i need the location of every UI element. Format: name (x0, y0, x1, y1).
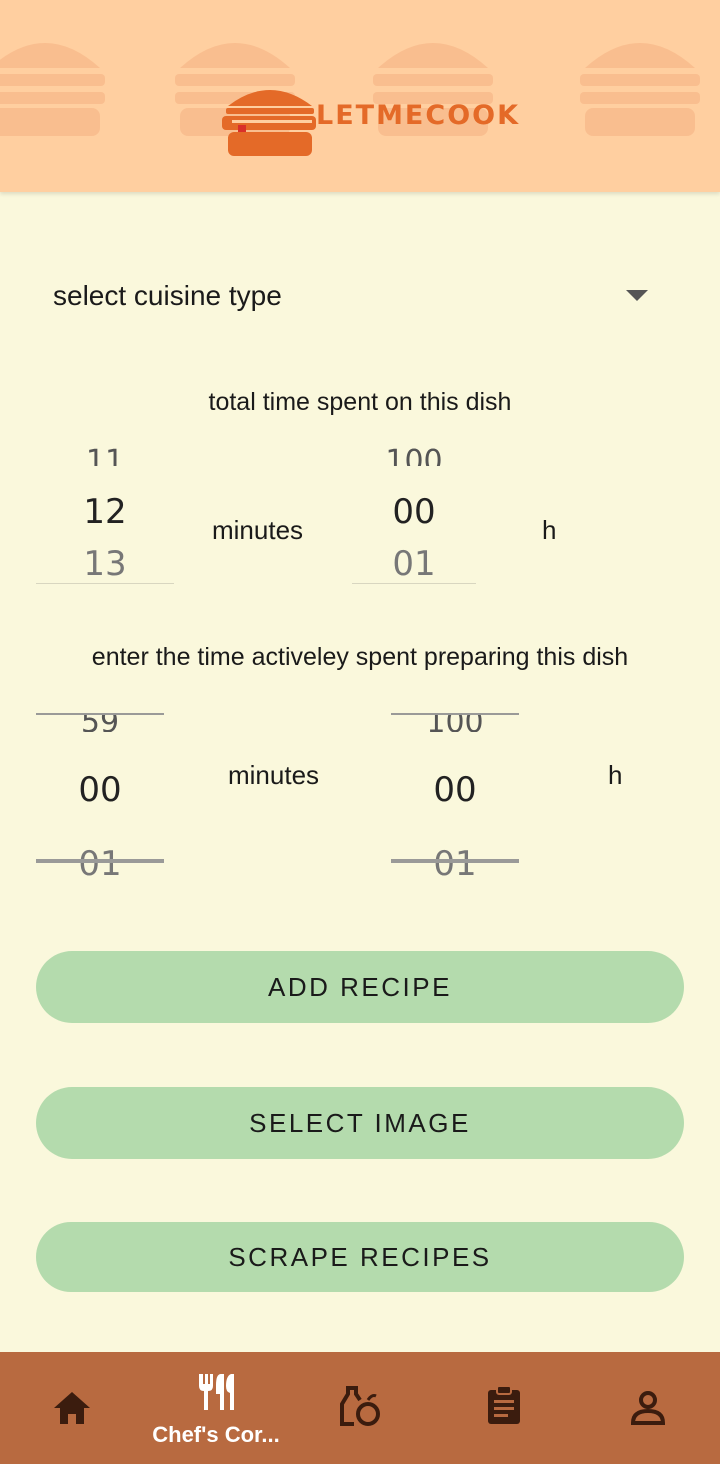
active-minutes-unit: minutes (228, 760, 320, 790)
bottom-navigation: Chef's Cor... (0, 1352, 720, 1464)
total-hours-picker[interactable]: 100 00 01 (352, 440, 476, 585)
logo-burger-icon (222, 90, 316, 156)
nav-item-pantry[interactable] (288, 1352, 432, 1464)
nav-item-profile[interactable] (576, 1352, 720, 1464)
picker-prev-value: 100 (385, 444, 443, 466)
nav-item-recipes[interactable] (432, 1352, 576, 1464)
active-minutes-picker[interactable]: 59 00 01 (36, 700, 164, 885)
picker-next-value: 01 (433, 844, 477, 884)
total-hours-unit: h (542, 515, 557, 545)
burger-pattern-icon (580, 43, 700, 136)
total-minutes-picker[interactable]: 11 12 13 (36, 440, 174, 585)
pantry-icon (340, 1386, 380, 1426)
picker-next-value: 01 (78, 844, 122, 884)
home-icon (54, 1392, 90, 1424)
picker-prev-value: 59 (80, 714, 120, 732)
picker-current-value: 00 (392, 492, 436, 532)
active-time-title: enter the time activeley spent preparing… (91, 643, 629, 671)
nav-item-chefs-corner[interactable]: Chef's Cor... (144, 1352, 288, 1464)
active-hours-unit: h (608, 760, 623, 790)
picker-selection-line (391, 859, 519, 863)
active-hours-picker[interactable]: 100 00 01 (391, 700, 519, 885)
picker-divider (352, 583, 476, 584)
utensils-icon (199, 1374, 234, 1410)
cuisine-type-label: select cuisine type (53, 280, 282, 311)
picker-current-value: 12 (83, 492, 127, 532)
picker-top-line (36, 713, 164, 715)
cuisine-type-dropdown[interactable]: select cuisine type (36, 266, 684, 326)
picker-current-value: 00 (433, 770, 477, 810)
picker-selection-line (36, 859, 164, 863)
picker-current-value: 00 (78, 770, 122, 810)
clipboard-icon (488, 1386, 520, 1424)
select-image-button[interactable]: SELECT IMAGE (36, 1087, 684, 1159)
picker-next-value: 01 (392, 544, 436, 584)
app-header: LETMECOOK (0, 0, 720, 192)
picker-prev-value: 100 (426, 714, 484, 732)
app-logo-text: LETMECOOK (316, 100, 521, 131)
total-minutes-unit: minutes (212, 515, 304, 545)
dropdown-arrow-icon (626, 290, 648, 301)
total-time-title: total time spent on this dish (208, 388, 512, 416)
picker-divider (36, 583, 174, 584)
scrape-recipes-button[interactable]: SCRAPE RECIPES (36, 1222, 684, 1292)
burger-pattern-icon (0, 43, 105, 136)
nav-item-home[interactable] (0, 1352, 144, 1464)
nav-label-chefs-corner: Chef's Cor... (152, 1422, 280, 1447)
add-recipe-button[interactable]: ADD RECIPE (36, 951, 684, 1023)
profile-icon (630, 1391, 666, 1425)
picker-prev-value: 11 (85, 444, 125, 466)
picker-top-line (391, 713, 519, 715)
picker-next-value: 13 (83, 544, 127, 584)
